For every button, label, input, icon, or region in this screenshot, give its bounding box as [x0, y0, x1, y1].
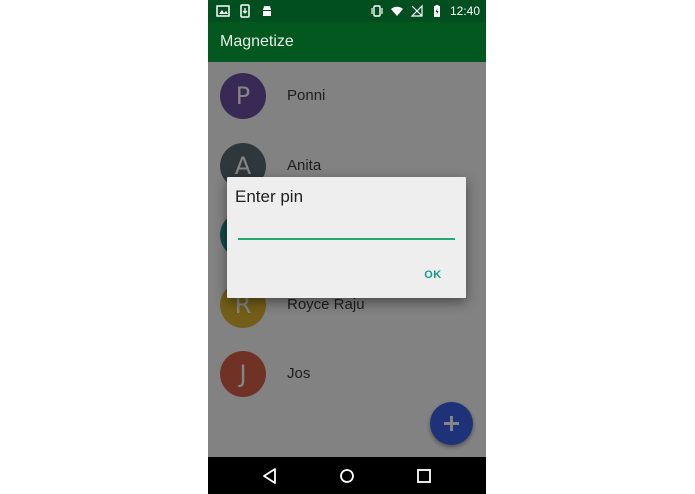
android-icon [263, 5, 271, 16]
status-right-icons: 12:40 [370, 3, 480, 19]
app-title: Magnetize [220, 33, 294, 50]
status-bar: 12:40 [208, 0, 486, 22]
ok-button[interactable]: OK [415, 263, 451, 287]
no-signal-icon [410, 4, 423, 17]
navigation-bar [208, 457, 486, 494]
app-bar: Magnetize [208, 22, 486, 62]
phone-screen: 12:40 Magnetize P Ponni A Anita R Royce … [208, 0, 486, 494]
home-icon[interactable] [337, 466, 357, 486]
pin-input[interactable] [238, 220, 455, 240]
back-icon[interactable] [260, 466, 280, 486]
recents-icon[interactable] [414, 466, 434, 486]
wifi-icon [390, 6, 403, 16]
status-left-icons [216, 4, 274, 18]
vibrate-icon [371, 5, 383, 17]
phone-download-icon [240, 4, 250, 18]
battery-charging-icon [433, 5, 440, 17]
image-icon [216, 5, 230, 17]
dialog-title: Enter pin [235, 187, 304, 206]
pin-dialog: Enter pin OK [227, 177, 466, 298]
status-time: 12:40 [449, 4, 480, 18]
